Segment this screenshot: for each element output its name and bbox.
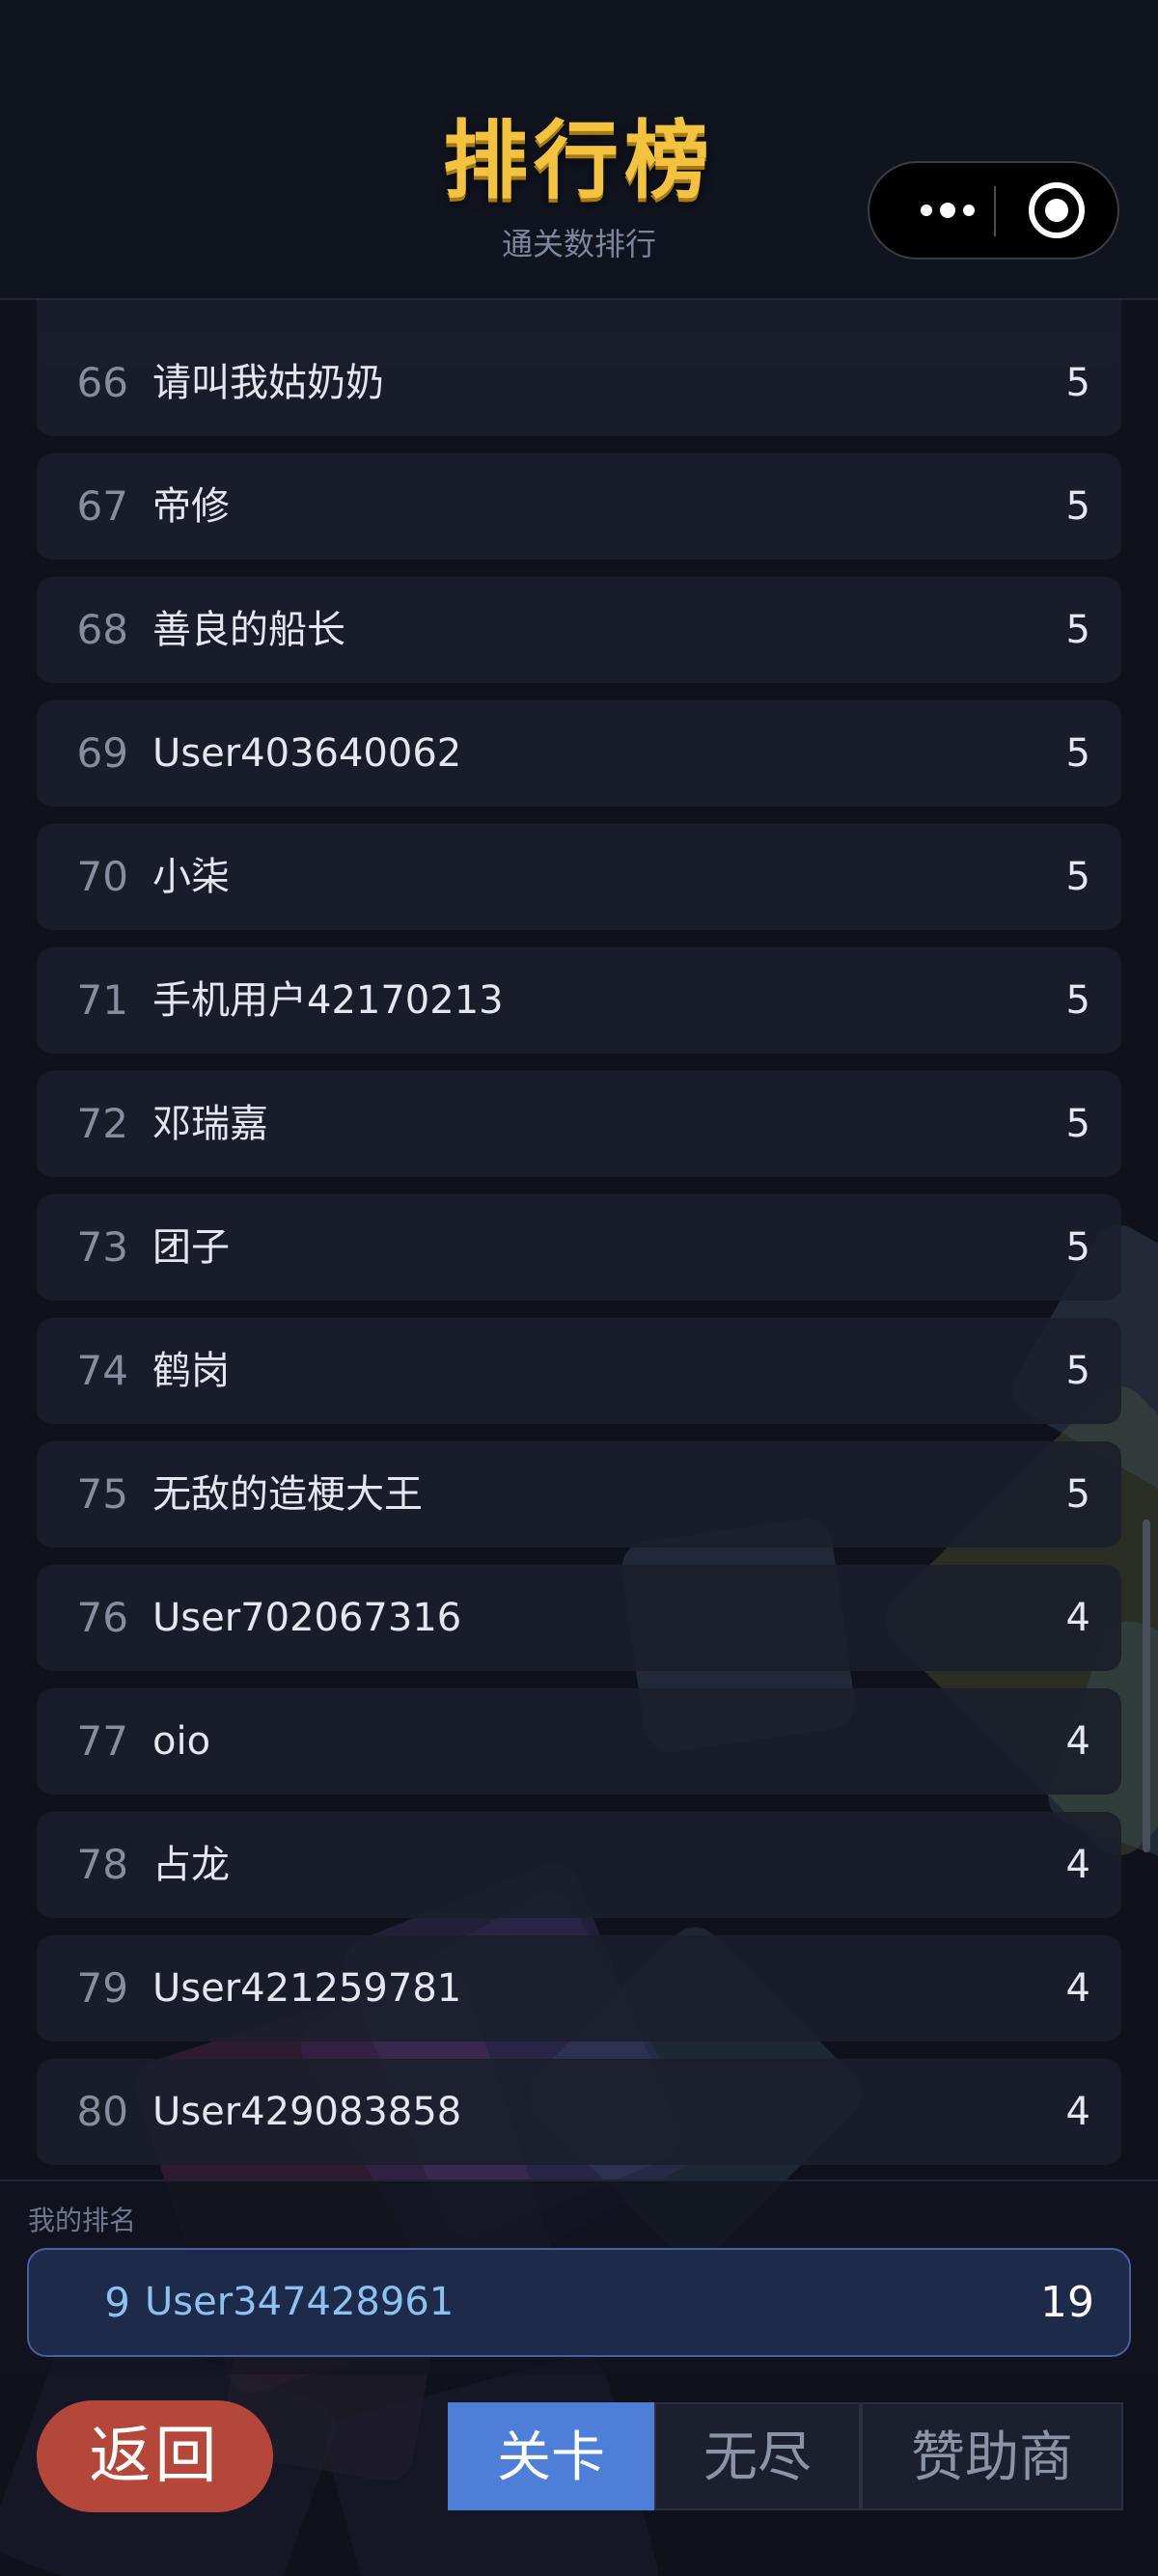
rank-number: 78: [76, 1841, 128, 1888]
mini-program-capsule: [868, 161, 1119, 260]
list-item[interactable]: 78 占龙 4: [37, 1812, 1121, 1918]
more-dots-icon[interactable]: [904, 163, 991, 258]
list-item[interactable]: 71 手机用户42170213 5: [37, 947, 1121, 1054]
player-score: 5: [1065, 978, 1090, 1023]
player-score: 5: [1065, 1472, 1090, 1517]
my-rank-row: 9 User347428961 19: [27, 2248, 1131, 2357]
leaderboard-list[interactable]: 66 请叫我姑奶奶 5 67 帝修 5 68 善良的船长 5 69 User403640062 5 70…: [0, 300, 1158, 2179]
player-score: 5: [1065, 1225, 1090, 1270]
list-item[interactable]: 79 User421259781 4: [37, 1935, 1121, 2042]
player-name: User429083858: [152, 2090, 462, 2134]
player-name: 团子: [152, 1225, 230, 1270]
rank-number: 76: [76, 1594, 128, 1641]
list-item[interactable]: 70 小柒 5: [37, 824, 1121, 930]
player-score: 5: [1065, 361, 1090, 405]
player-name: User421259781: [152, 1966, 462, 2011]
player-name: 小柒: [152, 855, 230, 899]
list-item[interactable]: 69 User403640062 5: [37, 700, 1121, 807]
player-name: 邓瑞嘉: [152, 1102, 268, 1146]
player-score: 5: [1065, 1349, 1090, 1393]
player-score: 4: [1065, 1596, 1090, 1640]
capsule-divider: [994, 186, 996, 236]
tab-endless[interactable]: 无尽: [654, 2402, 861, 2510]
player-score: 5: [1065, 1102, 1090, 1146]
leaderboard-page: 排行榜 通关数排行 66 请叫我姑奶奶 5 67 帝修 5 68 善良的船长 5 69 User40…: [0, 0, 1158, 2576]
rank-number: 74: [76, 1347, 128, 1394]
player-name: 鹤岗: [152, 1349, 230, 1393]
player-name: User403640062: [152, 731, 462, 776]
rank-number: 69: [76, 729, 128, 777]
scrollbar[interactable]: [1143, 1520, 1150, 1852]
player-name: 手机用户42170213: [152, 978, 504, 1023]
player-score: 4: [1065, 1719, 1090, 1764]
list-item[interactable]: 74 鹤岗 5: [37, 1318, 1121, 1424]
rank-number: 79: [76, 1964, 128, 2012]
list-item[interactable]: 77 oio 4: [37, 1688, 1121, 1795]
rank-number: 75: [76, 1470, 128, 1518]
tab-levels[interactable]: 关卡: [448, 2402, 654, 2510]
player-score: 5: [1065, 855, 1090, 899]
rank-number: 73: [76, 1223, 128, 1271]
list-item[interactable]: 76 User702067316 4: [37, 1565, 1121, 1671]
rank-number: 70: [76, 853, 128, 900]
player-name: 占龙: [152, 1843, 230, 1887]
player-name: User702067316: [152, 1596, 462, 1640]
player-score: 5: [1065, 484, 1090, 529]
my-rank-label: 我的排名: [28, 2205, 137, 2236]
my-rank-number: 9: [104, 2279, 130, 2326]
list-item[interactable]: 67 帝修 5: [37, 453, 1121, 560]
back-button[interactable]: 返回: [37, 2400, 273, 2512]
player-name: 善良的船长: [152, 608, 345, 652]
header: 排行榜 通关数排行: [0, 0, 1158, 300]
my-rank-name: User347428961: [145, 2280, 455, 2324]
player-name: 请叫我姑奶奶: [152, 361, 384, 405]
player-score: 5: [1065, 731, 1090, 776]
rank-number: 67: [76, 482, 128, 530]
player-name: 帝修: [152, 484, 230, 529]
tab-sponsors[interactable]: 赞助商: [861, 2402, 1123, 2510]
player-name: oio: [152, 1719, 211, 1764]
rank-number: 72: [76, 1100, 128, 1147]
list-item[interactable]: 66 请叫我姑奶奶 5: [37, 330, 1121, 436]
rank-number: 77: [76, 1717, 128, 1765]
list-item[interactable]: 68 善良的船长 5: [37, 577, 1121, 683]
list-item[interactable]: 72 邓瑞嘉 5: [37, 1071, 1121, 1177]
list-item[interactable]: 75 无敌的造梗大王 5: [37, 1441, 1121, 1548]
list-item[interactable]: 80 User429083858 4: [37, 2059, 1121, 2165]
my-rank-score: 19: [1040, 2278, 1094, 2327]
target-circle-icon[interactable]: [1029, 182, 1085, 238]
rank-number: 80: [76, 2088, 128, 2135]
rank-number: 68: [76, 606, 128, 653]
rank-number: 66: [76, 359, 128, 406]
player-score: 5: [1065, 608, 1090, 652]
player-score: 4: [1065, 2090, 1090, 2134]
player-name: 无敌的造梗大王: [152, 1472, 423, 1517]
rank-number: 71: [76, 976, 128, 1024]
player-score: 4: [1065, 1843, 1090, 1887]
player-score: 4: [1065, 1966, 1090, 2011]
list-item[interactable]: 73 团子 5: [37, 1194, 1121, 1301]
